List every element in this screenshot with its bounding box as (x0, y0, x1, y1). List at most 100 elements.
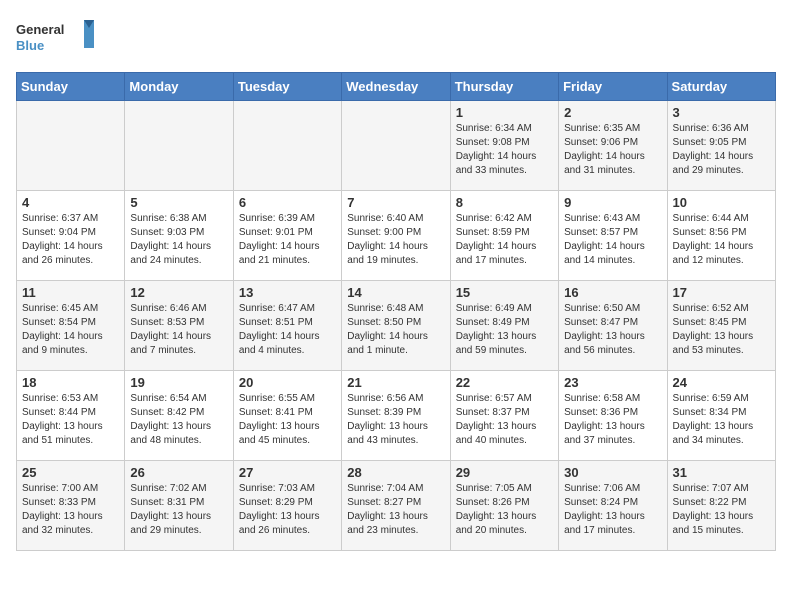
day-info: Sunrise: 7:07 AMSunset: 8:22 PMDaylight:… (673, 482, 770, 538)
day-info: Sunrise: 6:49 AMSunset: 8:49 PMDaylight:… (456, 302, 553, 358)
day-info: Sunrise: 7:06 AMSunset: 8:24 PMDaylight:… (564, 482, 661, 538)
calendar-cell: 28Sunrise: 7:04 AMSunset: 8:27 PMDayligh… (342, 461, 450, 551)
calendar-cell (342, 101, 450, 191)
day-number: 21 (347, 375, 444, 390)
calendar-cell: 14Sunrise: 6:48 AMSunset: 8:50 PMDayligh… (342, 281, 450, 371)
calendar-cell: 5Sunrise: 6:38 AMSunset: 9:03 PMDaylight… (125, 191, 233, 281)
day-info: Sunrise: 6:40 AMSunset: 9:00 PMDaylight:… (347, 212, 444, 268)
day-info: Sunrise: 7:00 AMSunset: 8:33 PMDaylight:… (22, 482, 119, 538)
day-info: Sunrise: 6:52 AMSunset: 8:45 PMDaylight:… (673, 302, 770, 358)
header-saturday: Saturday (667, 73, 775, 101)
day-info: Sunrise: 6:59 AMSunset: 8:34 PMDaylight:… (673, 392, 770, 448)
day-number: 24 (673, 375, 770, 390)
day-info: Sunrise: 6:57 AMSunset: 8:37 PMDaylight:… (456, 392, 553, 448)
calendar-header-row: SundayMondayTuesdayWednesdayThursdayFrid… (17, 73, 776, 101)
day-number: 16 (564, 285, 661, 300)
header-monday: Monday (125, 73, 233, 101)
day-info: Sunrise: 6:48 AMSunset: 8:50 PMDaylight:… (347, 302, 444, 358)
logo: General Blue (16, 16, 96, 60)
calendar-cell: 23Sunrise: 6:58 AMSunset: 8:36 PMDayligh… (559, 371, 667, 461)
day-info: Sunrise: 6:43 AMSunset: 8:57 PMDaylight:… (564, 212, 661, 268)
header-tuesday: Tuesday (233, 73, 341, 101)
day-info: Sunrise: 6:42 AMSunset: 8:59 PMDaylight:… (456, 212, 553, 268)
calendar-cell: 6 Sunrise: 6:39 AMSunset: 9:01 PMDaylight… (233, 191, 341, 281)
calendar-cell: 17 Sunrise: 6:52 AMSunset: 8:45 PMDayligh… (667, 281, 775, 371)
page-header: General Blue (16, 16, 776, 60)
calendar-cell: 30 Sunrise: 7:06 AMSunset: 8:24 PMDayligh… (559, 461, 667, 551)
day-info: Sunrise: 6:47 AMSunset: 8:51 PMDaylight:… (239, 302, 336, 358)
calendar-cell: 13 Sunrise: 6:47 AMSunset: 8:51 PMDayligh… (233, 281, 341, 371)
day-info: Sunrise: 6:37 AMSunset: 9:04 PMDaylight:… (22, 212, 119, 268)
calendar-cell: 10 Sunrise: 6:44 AMSunset: 8:56 PMDayligh… (667, 191, 775, 281)
day-number: 4 (22, 195, 119, 210)
day-number: 5 (130, 195, 227, 210)
logo-icon: General Blue (16, 16, 96, 60)
day-number: 15 (456, 285, 553, 300)
week-row-4: 18 Sunrise: 6:53 AMSunset: 8:44 PMDayligh… (17, 371, 776, 461)
calendar-cell: 7 Sunrise: 6:40 AMSunset: 9:00 PMDaylight… (342, 191, 450, 281)
day-number: 2 (564, 105, 661, 120)
day-info: Sunrise: 6:39 AMSunset: 9:01 PMDaylight:… (239, 212, 336, 268)
day-number: 30 (564, 465, 661, 480)
calendar-cell: 27Sunrise: 7:03 AMSunset: 8:29 PMDayligh… (233, 461, 341, 551)
calendar-cell: 24 Sunrise: 6:59 AMSunset: 8:34 PMDayligh… (667, 371, 775, 461)
calendar-cell: 21Sunrise: 6:56 AMSunset: 8:39 PMDayligh… (342, 371, 450, 461)
day-info: Sunrise: 6:58 AMSunset: 8:36 PMDaylight:… (564, 392, 661, 448)
calendar-cell: 29Sunrise: 7:05 AMSunset: 8:26 PMDayligh… (450, 461, 558, 551)
calendar-cell: 25 Sunrise: 7:00 AMSunset: 8:33 PMDayligh… (17, 461, 125, 551)
day-info: Sunrise: 6:50 AMSunset: 8:47 PMDaylight:… (564, 302, 661, 358)
day-number: 6 (239, 195, 336, 210)
calendar-cell (233, 101, 341, 191)
day-number: 17 (673, 285, 770, 300)
day-number: 26 (130, 465, 227, 480)
day-number: 7 (347, 195, 444, 210)
calendar-cell: 18 Sunrise: 6:53 AMSunset: 8:44 PMDayligh… (17, 371, 125, 461)
calendar-cell: 12Sunrise: 6:46 AMSunset: 8:53 PMDayligh… (125, 281, 233, 371)
day-number: 13 (239, 285, 336, 300)
day-number: 20 (239, 375, 336, 390)
day-number: 10 (673, 195, 770, 210)
week-row-5: 25 Sunrise: 7:00 AMSunset: 8:33 PMDayligh… (17, 461, 776, 551)
calendar-table: SundayMondayTuesdayWednesdayThursdayFrid… (16, 72, 776, 551)
week-row-1: 1 Sunrise: 6:34 AMSunset: 9:08 PMDaylight… (17, 101, 776, 191)
day-info: Sunrise: 6:35 AMSunset: 9:06 PMDaylight:… (564, 122, 661, 178)
day-number: 22 (456, 375, 553, 390)
calendar-cell: 2 Sunrise: 6:35 AMSunset: 9:06 PMDaylight… (559, 101, 667, 191)
day-info: Sunrise: 7:03 AMSunset: 8:29 PMDaylight:… (239, 482, 336, 538)
day-number: 29 (456, 465, 553, 480)
week-row-3: 11 Sunrise: 6:45 AMSunset: 8:54 PMDayligh… (17, 281, 776, 371)
day-number: 25 (22, 465, 119, 480)
day-number: 18 (22, 375, 119, 390)
day-number: 3 (673, 105, 770, 120)
day-info: Sunrise: 6:34 AMSunset: 9:08 PMDaylight:… (456, 122, 553, 178)
calendar-cell: 15 Sunrise: 6:49 AMSunset: 8:49 PMDayligh… (450, 281, 558, 371)
calendar-cell (17, 101, 125, 191)
calendar-cell: 19 Sunrise: 6:54 AMSunset: 8:42 PMDayligh… (125, 371, 233, 461)
calendar-cell: 31Sunrise: 7:07 AMSunset: 8:22 PMDayligh… (667, 461, 775, 551)
calendar-cell: 22 Sunrise: 6:57 AMSunset: 8:37 PMDayligh… (450, 371, 558, 461)
day-info: Sunrise: 6:45 AMSunset: 8:54 PMDaylight:… (22, 302, 119, 358)
day-number: 19 (130, 375, 227, 390)
header-friday: Friday (559, 73, 667, 101)
day-number: 11 (22, 285, 119, 300)
calendar-cell: 8 Sunrise: 6:42 AMSunset: 8:59 PMDaylight… (450, 191, 558, 281)
svg-text:General: General (16, 22, 64, 37)
day-info: Sunrise: 6:44 AMSunset: 8:56 PMDaylight:… (673, 212, 770, 268)
header-sunday: Sunday (17, 73, 125, 101)
day-number: 9 (564, 195, 661, 210)
day-info: Sunrise: 6:53 AMSunset: 8:44 PMDaylight:… (22, 392, 119, 448)
calendar-cell: 16 Sunrise: 6:50 AMSunset: 8:47 PMDayligh… (559, 281, 667, 371)
calendar-cell: 26Sunrise: 7:02 AMSunset: 8:31 PMDayligh… (125, 461, 233, 551)
header-wednesday: Wednesday (342, 73, 450, 101)
day-number: 1 (456, 105, 553, 120)
day-number: 8 (456, 195, 553, 210)
day-info: Sunrise: 6:46 AMSunset: 8:53 PMDaylight:… (130, 302, 227, 358)
calendar-cell: 1 Sunrise: 6:34 AMSunset: 9:08 PMDaylight… (450, 101, 558, 191)
calendar-cell: 11 Sunrise: 6:45 AMSunset: 8:54 PMDayligh… (17, 281, 125, 371)
calendar-cell: 3 Sunrise: 6:36 AMSunset: 9:05 PMDaylight… (667, 101, 775, 191)
week-row-2: 4 Sunrise: 6:37 AMSunset: 9:04 PMDaylight… (17, 191, 776, 281)
day-info: Sunrise: 6:54 AMSunset: 8:42 PMDaylight:… (130, 392, 227, 448)
day-info: Sunrise: 7:04 AMSunset: 8:27 PMDaylight:… (347, 482, 444, 538)
day-info: Sunrise: 6:36 AMSunset: 9:05 PMDaylight:… (673, 122, 770, 178)
calendar-cell (125, 101, 233, 191)
